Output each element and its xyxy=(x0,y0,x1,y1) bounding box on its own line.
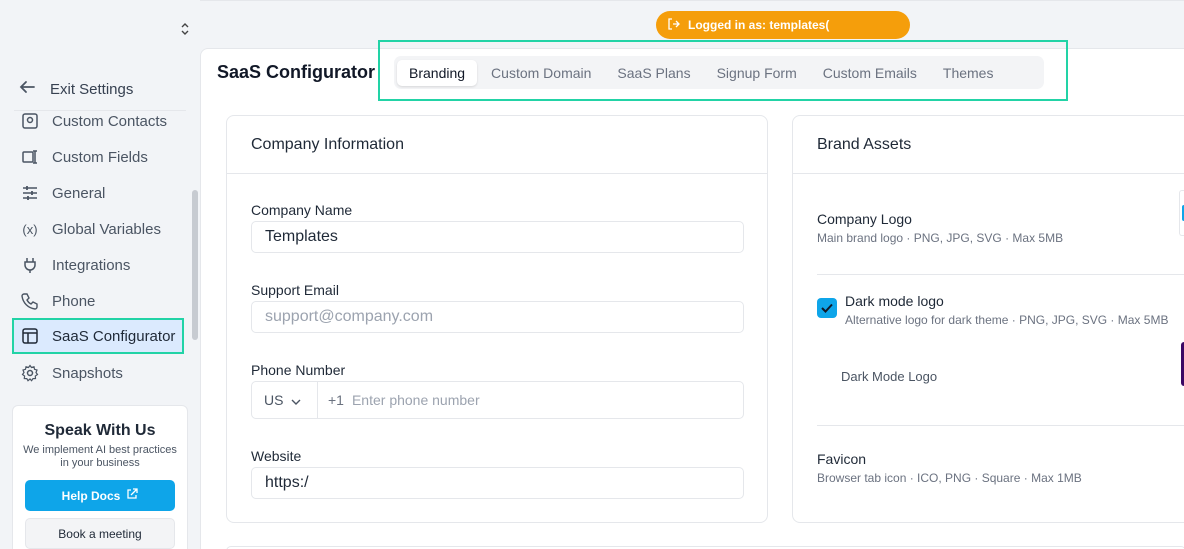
help-docs-button[interactable]: Help Docs xyxy=(25,480,175,511)
asset-divider xyxy=(817,274,1184,275)
card-title: Company Information xyxy=(227,116,767,174)
dark-mode-checkbox[interactable] xyxy=(817,298,837,318)
plug-icon xyxy=(20,255,40,275)
tab-signup-form[interactable]: Signup Form xyxy=(705,60,809,86)
website-input[interactable]: https:/ xyxy=(251,467,744,499)
company-logo-subtitle: Main brand logo · PNG, JPG, SVG · Max 5M… xyxy=(817,231,1064,245)
exit-settings-button[interactable]: Exit Settings xyxy=(18,76,186,102)
brand-assets-card: Brand Assets Company Logo Main brand log… xyxy=(792,115,1184,523)
chevron-down-icon xyxy=(291,392,301,408)
phone-number-field: US +1 Enter phone number xyxy=(251,381,744,419)
dark-mode-title: Dark mode logo xyxy=(845,293,944,309)
sidebar-item-label: Snapshots xyxy=(52,364,123,382)
sidebar-item-integrations[interactable]: Integrations xyxy=(12,247,184,283)
sidebar-item-general[interactable]: General xyxy=(12,175,184,211)
help-card-subtitle: We implement AI best practices in your b… xyxy=(23,444,177,469)
sidebar-item-phone[interactable]: Phone xyxy=(12,283,184,319)
country-code: US xyxy=(264,392,284,408)
sidebar-item-label: Integrations xyxy=(52,256,131,274)
sliders-icon xyxy=(20,183,40,203)
card-title: Brand Assets xyxy=(793,116,1184,174)
website-label: Website xyxy=(251,448,302,464)
tab-themes[interactable]: Themes xyxy=(931,60,1006,86)
exit-settings-label: Exit Settings xyxy=(50,80,134,98)
layout-icon xyxy=(20,326,40,346)
favicon-subtitle: Browser tab icon · ICO, PNG · Square · M… xyxy=(817,471,1082,485)
help-card-title: Speak With Us xyxy=(44,422,156,439)
sidebar-item-label: SaaS Configurator xyxy=(52,327,176,345)
sidebar-item-label: Custom Fields xyxy=(52,148,148,166)
dark-mode-subtitle: Alternative logo for dark theme · PNG, J… xyxy=(845,313,1169,327)
logged-in-text: Logged in as: templates( xyxy=(688,18,830,32)
tab-branding[interactable]: Branding xyxy=(397,59,478,86)
external-link-icon xyxy=(126,488,138,503)
help-docs-label: Help Docs xyxy=(61,488,121,503)
country-select[interactable]: US xyxy=(252,382,318,418)
arrow-left-icon xyxy=(18,80,36,98)
tab-saas-plans[interactable]: SaaS Plans xyxy=(605,60,702,86)
impersonation-badge[interactable]: Logged in as: templates( xyxy=(656,11,910,39)
company-name-input[interactable]: Templates xyxy=(251,221,744,253)
sidebar-item-global-variables[interactable]: (x) Global Variables xyxy=(12,211,184,247)
logout-icon xyxy=(668,17,680,33)
sidebar-item-snapshots[interactable]: Snapshots xyxy=(12,355,184,391)
sidebar-item-label: Global Variables xyxy=(52,220,161,238)
settings-sidebar: Exit Settings Custom Contacts Custom Fie… xyxy=(0,0,200,549)
sidebar-item-custom-fields[interactable]: Custom Fields xyxy=(12,139,184,175)
company-information-card: Company Information Company Name Templat… xyxy=(226,115,768,523)
sidebar-item-label: Phone xyxy=(52,292,96,310)
support-email-input[interactable]: support@company.com xyxy=(251,301,744,333)
book-meeting-button[interactable]: Book a meeting xyxy=(25,518,175,549)
company-name-label: Company Name xyxy=(251,202,353,218)
sidebar-divider xyxy=(14,110,186,111)
favicon-title: Favicon xyxy=(817,451,867,467)
config-tabs: Branding Custom Domain SaaS Plans Signup… xyxy=(394,56,1044,89)
sidebar-item-label: General xyxy=(52,184,106,202)
company-logo-title: Company Logo xyxy=(817,211,912,227)
dial-code: +1 xyxy=(328,392,344,408)
sidebar-item-saas-configurator[interactable]: SaaS Configurator xyxy=(12,318,184,354)
sidebar-item-custom-contacts[interactable]: Custom Contacts xyxy=(12,112,184,139)
custom-fields-icon xyxy=(20,147,40,167)
asset-divider xyxy=(817,425,1184,426)
contacts-icon xyxy=(20,112,40,131)
sidebar-scrollbar[interactable] xyxy=(192,190,198,340)
sidebar-nav: Custom Contacts Custom Fields General (x… xyxy=(0,112,200,392)
speak-with-us-card: Speak With Us We implement AI best pract… xyxy=(12,405,188,549)
phone-icon xyxy=(20,291,40,311)
page-title: SaaS Configurator xyxy=(217,62,376,82)
tab-custom-emails[interactable]: Custom Emails xyxy=(811,60,929,86)
dark-mode-logo-label: Dark Mode Logo xyxy=(841,369,938,384)
gear-icon xyxy=(20,363,40,383)
phone-number-label: Phone Number xyxy=(251,362,346,378)
support-email-label: Support Email xyxy=(251,282,339,298)
tab-custom-domain[interactable]: Custom Domain xyxy=(479,60,603,86)
collapse-toggle-icon[interactable] xyxy=(180,22,190,37)
variable-icon: (x) xyxy=(22,221,38,237)
company-logo-preview[interactable] xyxy=(1179,190,1184,236)
phone-number-input[interactable]: Enter phone number xyxy=(344,392,480,408)
sidebar-item-label: Custom Contacts xyxy=(52,112,168,130)
